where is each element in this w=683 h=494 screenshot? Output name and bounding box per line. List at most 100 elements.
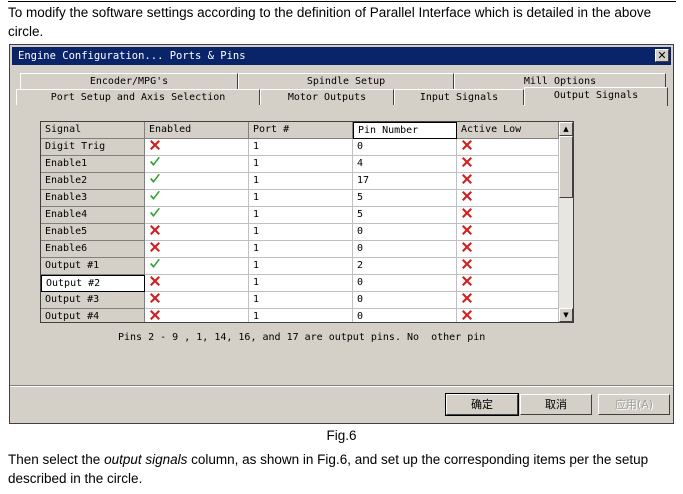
table-row[interactable]: Enable3 1 5 (41, 190, 559, 207)
table-row[interactable]: Output #1 1 2 (41, 258, 559, 275)
signal-name-cell[interactable]: Output #3 (41, 292, 145, 309)
green-check-icon[interactable] (149, 207, 161, 219)
table-row[interactable]: Enable4 1 5 (41, 207, 559, 224)
enabled-cell[interactable] (145, 275, 249, 292)
pin-number-cell[interactable]: 0 (353, 292, 457, 309)
pin-number-cell[interactable]: 2 (353, 258, 457, 275)
port-cell[interactable]: 1 (249, 224, 353, 241)
red-x-icon[interactable] (149, 224, 161, 236)
scroll-up-button[interactable]: ▲ (559, 122, 573, 136)
table-row[interactable]: Digit Trig 1 0 (41, 139, 559, 156)
signal-name-cell[interactable]: Enable2 (41, 173, 145, 190)
tab-encoder-mpg[interactable]: Encoder/MPG's (20, 73, 238, 89)
enabled-cell[interactable] (145, 139, 249, 156)
table-row[interactable]: Output #2 1 0 (41, 275, 559, 292)
port-cell[interactable]: 1 (249, 275, 353, 292)
port-cell[interactable]: 1 (249, 292, 353, 309)
table-row[interactable]: Enable5 1 0 (41, 224, 559, 241)
red-x-icon[interactable] (461, 309, 473, 321)
table-row[interactable]: Output #4 1 0 (41, 309, 559, 322)
tab-output-signals[interactable]: Output Signals (524, 87, 668, 106)
signal-name-cell[interactable]: Enable1 (41, 156, 145, 173)
active-low-cell[interactable] (457, 207, 559, 224)
signal-name-cell[interactable]: Enable6 (41, 241, 145, 258)
pin-number-cell[interactable]: 0 (353, 224, 457, 241)
active-low-cell[interactable] (457, 224, 559, 241)
tab-motor-outputs[interactable]: Motor Outputs (260, 89, 394, 105)
tab-spindle-setup[interactable]: Spindle Setup (238, 73, 454, 89)
port-cell[interactable]: 1 (249, 173, 353, 190)
ok-button[interactable]: 确定 (445, 393, 519, 416)
enabled-cell[interactable] (145, 292, 249, 309)
red-x-icon[interactable] (149, 292, 161, 304)
scroll-down-button[interactable]: ▼ (559, 308, 573, 322)
grid-scrollbar[interactable]: ▲ ▼ (559, 122, 573, 322)
pin-number-cell[interactable]: 0 (353, 139, 457, 156)
green-check-icon[interactable] (149, 173, 161, 185)
port-cell[interactable]: 1 (249, 207, 353, 224)
active-low-cell[interactable] (457, 292, 559, 309)
active-low-cell[interactable] (457, 156, 559, 173)
apply-button[interactable]: 应用(A) (598, 394, 670, 415)
pin-number-cell[interactable]: 4 (353, 156, 457, 173)
pin-number-cell[interactable]: 0 (353, 241, 457, 258)
active-low-cell[interactable] (457, 173, 559, 190)
cancel-button[interactable]: 取消 (520, 394, 592, 415)
dialog-titlebar[interactable]: Engine Configuration... Ports & Pins ✕ (12, 47, 671, 65)
enabled-cell[interactable] (145, 207, 249, 224)
red-x-icon[interactable] (461, 190, 473, 202)
signal-name-cell[interactable]: Output #2 (41, 275, 145, 292)
close-button[interactable]: ✕ (655, 49, 669, 62)
pin-number-cell[interactable]: 5 (353, 190, 457, 207)
active-low-cell[interactable] (457, 309, 559, 322)
table-row[interactable]: Output #3 1 0 (41, 292, 559, 309)
red-x-icon[interactable] (461, 275, 473, 287)
green-check-icon[interactable] (149, 156, 161, 168)
signal-name-cell[interactable]: Output #1 (41, 258, 145, 275)
red-x-icon[interactable] (461, 207, 473, 219)
enabled-cell[interactable] (145, 258, 249, 275)
enabled-cell[interactable] (145, 241, 249, 258)
port-cell[interactable]: 1 (249, 139, 353, 156)
port-cell[interactable]: 1 (249, 190, 353, 207)
table-row[interactable]: Enable6 1 0 (41, 241, 559, 258)
table-row[interactable]: Enable2 1 17 (41, 173, 559, 190)
signal-name-cell[interactable]: Output #4 (41, 309, 145, 322)
active-low-cell[interactable] (457, 275, 559, 292)
pin-number-cell[interactable]: 0 (353, 275, 457, 292)
red-x-icon[interactable] (461, 156, 473, 168)
enabled-cell[interactable] (145, 156, 249, 173)
green-check-icon[interactable] (149, 190, 161, 202)
signal-name-cell[interactable]: Enable5 (41, 224, 145, 241)
red-x-icon[interactable] (461, 139, 473, 151)
enabled-cell[interactable] (145, 190, 249, 207)
tab-input-signals[interactable]: Input Signals (394, 89, 524, 105)
red-x-icon[interactable] (149, 139, 161, 151)
pin-number-cell[interactable]: 5 (353, 207, 457, 224)
red-x-icon[interactable] (461, 224, 473, 236)
signal-name-cell[interactable]: Digit Trig (41, 139, 145, 156)
table-row[interactable]: Enable1 1 4 (41, 156, 559, 173)
red-x-icon[interactable] (461, 241, 473, 253)
active-low-cell[interactable] (457, 241, 559, 258)
red-x-icon[interactable] (149, 309, 161, 321)
red-x-icon[interactable] (149, 241, 161, 253)
col-header-active-low[interactable]: Active Low (457, 122, 559, 139)
red-x-icon[interactable] (461, 258, 473, 270)
port-cell[interactable]: 1 (249, 309, 353, 322)
port-cell[interactable]: 1 (249, 156, 353, 173)
enabled-cell[interactable] (145, 173, 249, 190)
enabled-cell[interactable] (145, 309, 249, 322)
red-x-icon[interactable] (461, 173, 473, 185)
col-header-signal[interactable]: Signal (41, 122, 145, 139)
tab-port-setup[interactable]: Port Setup and Axis Selection (16, 89, 260, 105)
green-check-icon[interactable] (149, 258, 161, 270)
pin-number-cell[interactable]: 0 (353, 309, 457, 322)
signal-name-cell[interactable]: Enable3 (41, 190, 145, 207)
col-header-port[interactable]: Port # (249, 122, 353, 139)
red-x-icon[interactable] (461, 292, 473, 304)
red-x-icon[interactable] (149, 275, 161, 287)
port-cell[interactable]: 1 (249, 258, 353, 275)
enabled-cell[interactable] (145, 224, 249, 241)
active-low-cell[interactable] (457, 190, 559, 207)
